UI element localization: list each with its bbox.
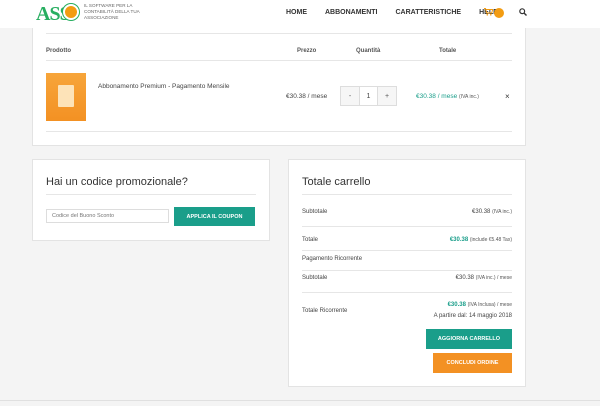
divider	[46, 194, 256, 195]
recurring-total-note: (IVA Inclusa) / mese	[467, 302, 512, 308]
quantity-increase-button[interactable]: +	[378, 87, 396, 105]
quantity-stepper: - 1 +	[340, 86, 397, 106]
product-price: €30.38 / mese	[286, 93, 328, 100]
recurring-heading: Pagamento Ricorrente	[302, 256, 363, 262]
total-tax-note: (include €5.48 Tax)	[469, 237, 512, 243]
column-header-price: Prezzo	[297, 48, 317, 54]
recurring-subtotal-value: €30.38 (IVA inc.) / mese	[392, 275, 512, 281]
recurring-total-label: Totale Ricorrente	[302, 308, 348, 314]
quantity-decrease-button[interactable]: -	[341, 87, 359, 105]
subtotal-amount: €30.38	[472, 209, 491, 215]
divider	[302, 226, 512, 227]
recurring-total-value: €30.38 (IVA Inclusa) / mese	[392, 302, 512, 308]
recurring-subtotal-label: Subtotale	[302, 275, 328, 281]
search-icon[interactable]	[519, 8, 527, 18]
quantity-input[interactable]: 1	[359, 87, 378, 105]
apply-coupon-button[interactable]: APPLICA IL COUPON	[174, 207, 255, 226]
divider	[46, 131, 512, 132]
divider	[302, 270, 512, 271]
coupon-title: Hai un codice promozionale?	[46, 176, 188, 188]
nav-abbonamenti[interactable]: ABBONAMENTI	[325, 9, 378, 16]
total-amount: €30.38	[449, 237, 469, 243]
recurring-total-amount: €30.38	[447, 302, 466, 308]
subtotal-label: Subtotale	[302, 209, 328, 215]
cart-totals-title: Totale carrello	[302, 176, 371, 188]
update-cart-button[interactable]: AGGIORNA CARRELLO	[426, 329, 512, 349]
recurring-start-date: A partire dal: 14 maggio 2018	[433, 313, 512, 319]
product-name-link[interactable]: Abbonamento Premium - Pagamento Mensile	[98, 83, 230, 90]
subtotal-value: €30.38 (IVA inc.)	[402, 209, 512, 215]
total-value: €30.38 (include €5.48 Tax)	[392, 237, 512, 243]
site-header: ASS Il software per la contabilità della…	[0, 0, 600, 28]
recurring-subtotal-note: (IVA inc.) / mese	[475, 275, 512, 281]
column-header-product: Prodotto	[46, 48, 71, 54]
logo-badge-icon	[63, 4, 79, 20]
column-header-quantity: Quantità	[356, 48, 381, 54]
divider	[302, 194, 512, 195]
footer-divider	[0, 400, 600, 401]
divider	[46, 60, 512, 61]
checkout-button[interactable]: CONCLUDI ORDINE	[433, 353, 512, 373]
divider	[302, 292, 512, 293]
remove-item-icon[interactable]: ×	[505, 92, 510, 101]
row-total-note: (IVA inc.)	[459, 94, 479, 100]
total-label: Totale	[302, 237, 319, 243]
document-icon	[58, 85, 74, 107]
divider	[302, 250, 512, 251]
column-header-total: Totale	[439, 48, 457, 54]
divider	[46, 33, 512, 34]
recurring-subtotal-amount: €30.38	[455, 275, 475, 281]
row-total-period: / mese	[435, 93, 458, 100]
cart-icon[interactable]	[484, 8, 494, 18]
cart-count-badge[interactable]	[494, 8, 504, 18]
product-thumbnail[interactable]	[46, 73, 86, 121]
nav-caratteristiche[interactable]: CARATTERISTICHE	[396, 9, 462, 16]
row-total-amount: €30.38	[416, 93, 436, 100]
subtotal-note: (IVA inc.)	[492, 209, 512, 215]
tagline: Il software per la contabilità della tua…	[84, 3, 140, 20]
row-total: €30.38 / mese (IVA inc.)	[416, 93, 479, 100]
coupon-panel	[32, 159, 270, 241]
coupon-code-input[interactable]	[46, 209, 169, 223]
nav-home[interactable]: HOME	[286, 9, 307, 16]
main-nav: HOME ABBONAMENTI CARATTERISTICHE HELP	[286, 9, 516, 16]
